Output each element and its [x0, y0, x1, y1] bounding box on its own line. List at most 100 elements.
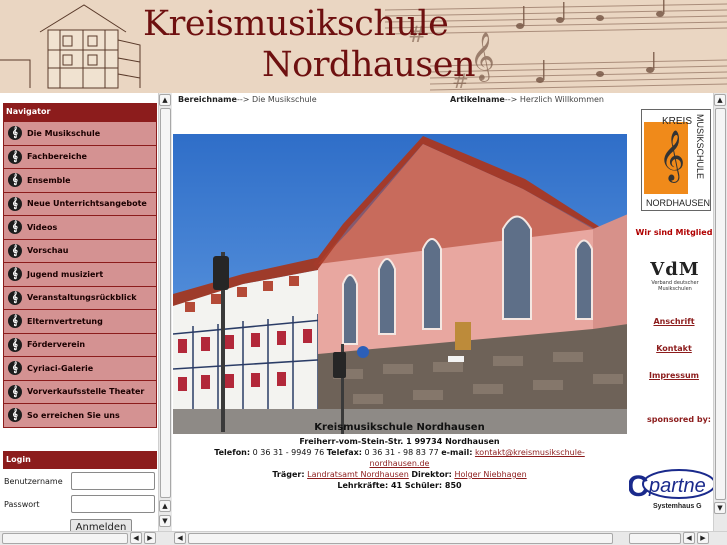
right-frame: KREIS 𝄞 MUSIKSCHULE NORDHAUSEN Wir sind … [627, 93, 727, 545]
scrollbar-thumb[interactable] [629, 533, 681, 544]
username-row: Benutzername [3, 470, 157, 492]
breadcrumb-arrow: --> [236, 95, 250, 104]
director-label: Direktor: [411, 470, 452, 479]
scroll-left-arrow-icon[interactable]: ◀ [174, 532, 186, 544]
nav-item-vorschau[interactable]: 𝄞 Vorschau [3, 239, 157, 263]
password-label: Passwort [4, 499, 40, 509]
left-horizontal-scrollbar[interactable]: ◀ ▶ [0, 531, 172, 545]
member-text: Wir sind Mitglied [635, 228, 713, 237]
treble-clef-icon: 𝄞 [8, 149, 22, 164]
nav-item-elternvertretung[interactable]: 𝄞 Elternvertretung [3, 310, 157, 334]
nav-item-foerderverein[interactable]: 𝄞 Förderverein [3, 333, 157, 357]
nav-item-vorverkaufsstelle-theater[interactable]: 𝄞 Vorverkaufsstelle Theater [3, 380, 157, 404]
treble-clef-icon: 𝄞 [8, 196, 22, 211]
nav-item-label: Videos [27, 222, 58, 232]
treble-clef-icon: 𝄞 [8, 384, 22, 399]
nav-item-neue-unterrichtsangebote[interactable]: 𝄞 Neue Unterrichtsangebote [3, 192, 157, 216]
scroll-left-arrow-icon[interactable]: ◀ [683, 532, 695, 544]
scroll-right-arrow-icon[interactable]: ▶ [144, 532, 156, 544]
scroll-up-arrow-icon[interactable]: ▲ [159, 500, 171, 512]
impressum-link[interactable]: Impressum [631, 371, 717, 380]
nav-item-veranstaltungsrueckblick[interactable]: 𝄞 Veranstaltungsrückblick [3, 286, 157, 310]
content-vertical-scrollbar-left[interactable]: ▲ ▼ [158, 499, 172, 531]
scrollbar-thumb[interactable] [715, 108, 726, 500]
navigator-title: Navigator [3, 103, 157, 122]
right-vertical-scrollbar[interactable]: ▲ ▼ [713, 93, 727, 531]
traeger-link[interactable]: Landratsamt Nordhausen [307, 470, 409, 479]
breadcrumb-arrow: --> [504, 95, 518, 104]
nav-item-label: So erreichen Sie uns [27, 410, 120, 420]
nav-item-die-musikschule[interactable]: 𝄞 Die Musikschule [3, 122, 157, 146]
treble-clef-icon: 𝄞 [8, 267, 22, 282]
scroll-right-arrow-icon[interactable]: ▶ [697, 532, 709, 544]
scroll-left-arrow-icon[interactable]: ◀ [130, 532, 142, 544]
scroll-down-arrow-icon[interactable]: ▼ [714, 502, 726, 514]
partner-logo-graphic: C partne Systemhaus G [629, 469, 713, 510]
info-email-continued: nordhausen.de [172, 458, 627, 469]
logo-text-top: KREIS [662, 116, 692, 127]
scrollbar-thumb[interactable] [188, 533, 613, 544]
school-building-photo [173, 134, 628, 434]
info-phone-line: Telefon: 0 36 31 - 9949 76 Telefax: 0 36… [172, 447, 627, 458]
traeger-label: Träger: [272, 470, 305, 479]
breadcrumb-area-label: Bereichname [178, 95, 237, 104]
teachers-label: Lehrkräfte: [337, 481, 389, 490]
site-header: 𝄞 # # Kreismusikschule Nordhausen [0, 0, 727, 93]
email-link-continued[interactable]: nordhausen.de [370, 459, 430, 468]
username-input[interactable] [71, 472, 155, 490]
info-address: Freiherr-vom-Stein-Str. 1 99734 Nordhaus… [299, 437, 500, 446]
email-link[interactable]: kontakt@kreismusikschule- [475, 448, 585, 457]
scroll-up-arrow-icon[interactable]: ▲ [714, 94, 726, 106]
fax-value: 0 36 31 - 98 83 77 [364, 448, 439, 457]
nav-item-label: Die Musikschule [27, 128, 101, 138]
nav-item-ensemble[interactable]: 𝄞 Ensemble [3, 169, 157, 193]
page: 𝄞 # # Kreismusikschule Nordhausen Naviga… [0, 0, 727, 545]
treble-clef-icon: 𝄞 [8, 243, 22, 258]
treble-clef-icon: 𝄞 [8, 314, 22, 329]
nav-item-label: Förderverein [27, 340, 86, 350]
anschrift-link[interactable]: Anschrift [631, 317, 717, 326]
breadcrumb-article: Artikelname--> Herzlich Willkommen [450, 95, 604, 104]
director-link[interactable]: Holger Niebhagen [454, 470, 526, 479]
sponsor-logo[interactable]: C partne Systemhaus G [629, 426, 713, 513]
logo-text-bottom: NORDHAUSEN [646, 198, 710, 208]
content-frame: Bereichname--> Die Musikschule Artikelna… [172, 93, 628, 545]
nav-item-fachbereiche[interactable]: 𝄞 Fachbereiche [3, 145, 157, 169]
content-horizontal-scrollbar[interactable]: ◀ [172, 531, 627, 545]
site-title-line-2: Nordhausen [262, 45, 476, 85]
breadcrumb-article-value: Herzlich Willkommen [519, 95, 604, 104]
treble-clef-icon: 𝄞 [8, 361, 22, 376]
password-input[interactable] [71, 495, 155, 513]
partner-sub-text: Systemhaus G [653, 503, 702, 510]
scrollbar-thumb[interactable] [160, 108, 171, 498]
students-value: 850 [444, 481, 462, 490]
login-title: Login [3, 451, 157, 469]
scrollbar-thumb[interactable] [2, 533, 128, 544]
site-title-line-1: Kreismusikschule [143, 4, 449, 44]
nav-item-videos[interactable]: 𝄞 Videos [3, 216, 157, 240]
teachers-value: 41 [390, 481, 403, 490]
email-label: e-mail: [441, 448, 473, 457]
treble-clef-icon: 𝄞 [8, 408, 22, 423]
vdm-subtitle-2: Musikschulen [658, 286, 692, 292]
contact-info: Kreismusikschule Nordhausen Freiherr-vom… [172, 422, 627, 491]
right-horizontal-scrollbar[interactable]: ◀ ▶ [627, 531, 727, 545]
left-vertical-scrollbar[interactable]: ▲ ▼ [158, 93, 172, 531]
treble-clef-icon: 𝄞 [8, 220, 22, 235]
students-label: Schüler: [404, 481, 443, 490]
username-label: Benutzername [4, 476, 63, 486]
vdm-logo[interactable]: VdM Verband deutscher Musikschulen [645, 241, 705, 311]
password-row: Passwort [3, 493, 157, 515]
nav-item-jugend-musiziert[interactable]: 𝄞 Jugend musiziert [3, 263, 157, 287]
treble-clef-icon: 𝄞 [8, 290, 22, 305]
kontakt-link[interactable]: Kontakt [631, 344, 717, 353]
fax-label: Telefax: [326, 448, 362, 457]
nav-item-cyriaci-galerie[interactable]: 𝄞 Cyriaci-Galerie [3, 357, 157, 381]
nav-item-label: Vorschau [27, 246, 69, 256]
nav-item-label: Veranstaltungsrückblick [27, 293, 137, 303]
nav-item-so-erreichen-sie-uns[interactable]: 𝄞 So erreichen Sie uns [3, 404, 157, 428]
scroll-up-arrow-icon[interactable]: ▲ [159, 94, 171, 106]
scroll-down-arrow-icon[interactable]: ▼ [159, 515, 171, 527]
nav-item-label: Jugend musiziert [27, 269, 104, 279]
nav-item-label: Cyriaci-Galerie [27, 363, 94, 373]
